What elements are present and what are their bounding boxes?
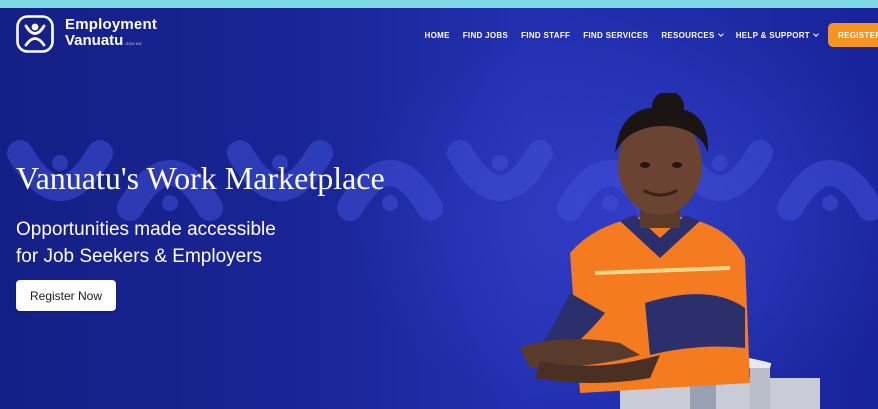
nav-find-staff-label: FIND STAFF xyxy=(521,30,571,40)
hero-title: Vanuatu's Work Marketplace xyxy=(16,160,385,196)
brand-name-vanuatu: Vanuatu xyxy=(65,31,124,49)
hero-worker-photo xyxy=(520,93,820,409)
top-strip xyxy=(0,0,878,8)
brand-name: Employment Vanuatu GOV.VU xyxy=(65,15,158,52)
nav-find-staff[interactable]: FIND STAFF xyxy=(521,31,570,40)
nav-resources-label: RESOURCES xyxy=(661,30,715,40)
nav-find-services[interactable]: FIND SERVICES xyxy=(583,31,648,40)
brand-suffix: GOV.VU xyxy=(125,40,142,46)
nav-home-label: HOME xyxy=(424,30,450,40)
main-nav: HOME FIND JOBS FIND STAFF FIND SERVICES … xyxy=(412,23,878,47)
nav-resources[interactable]: RESOURCES xyxy=(661,30,724,40)
chevron-down-icon xyxy=(717,30,724,37)
brand-name-line2: Vanuatu GOV.VU xyxy=(65,31,157,52)
hero-subtitle-line2: for Job Seekers & Employers xyxy=(16,246,263,267)
nav-home[interactable]: HOME xyxy=(425,31,450,40)
register-button[interactable]: REGISTER xyxy=(828,23,878,47)
brand-logo-link[interactable]: Employment Vanuatu GOV.VU xyxy=(16,15,157,53)
nav-find-jobs-label: FIND JOBS xyxy=(462,30,509,40)
hero-subtitle: Opportunities made accessible for Job Se… xyxy=(16,216,276,270)
chevron-down-icon xyxy=(813,30,819,37)
nav-help-support-label: HELP & SUPPORT xyxy=(735,30,810,40)
employment-vanuatu-logo-icon xyxy=(16,15,54,53)
register-now-button[interactable]: Register Now xyxy=(16,280,116,311)
hero-subtitle-line1: Opportunities made accessible xyxy=(16,219,276,240)
brand-name-line1: Employment xyxy=(65,15,158,33)
nav-find-jobs[interactable]: FIND JOBS xyxy=(463,31,508,40)
hero-section: Employment Vanuatu GOV.VU HOME FIND JOBS… xyxy=(0,8,878,409)
nav-find-services-label: FIND SERVICES xyxy=(583,30,649,40)
nav-help-support[interactable]: HELP & SUPPORT xyxy=(735,30,819,40)
